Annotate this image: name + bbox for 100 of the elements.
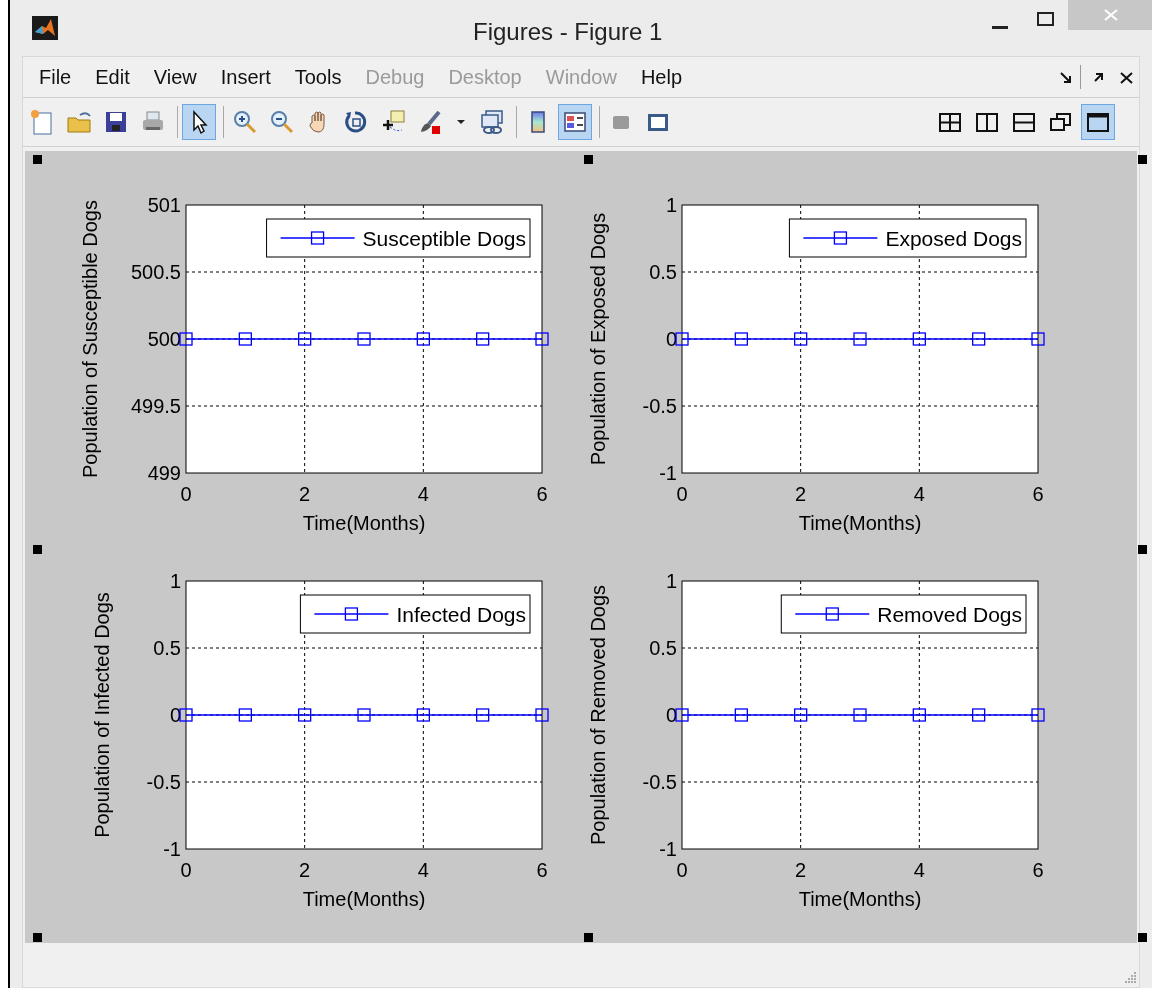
window-title: Figures - Figure 1 bbox=[473, 17, 663, 47]
x-axis-label: Time(Months) bbox=[798, 888, 922, 910]
x-tick-label: 6 bbox=[1032, 859, 1044, 881]
menu-item[interactable]: View bbox=[143, 58, 207, 96]
y-tick-label: 1 bbox=[169, 570, 181, 592]
selection-handle[interactable] bbox=[584, 933, 593, 942]
data-point bbox=[794, 708, 808, 722]
x-tick-label: 6 bbox=[536, 483, 548, 505]
data-point bbox=[794, 332, 808, 346]
zoom-in-icon bbox=[232, 109, 258, 135]
y-tick-label: -0.5 bbox=[146, 771, 181, 793]
legend-label: Infected Dogs bbox=[396, 603, 526, 626]
data-point bbox=[298, 708, 312, 722]
data-point bbox=[535, 332, 549, 346]
maximize-figure-button[interactable] bbox=[1081, 104, 1115, 140]
data-point bbox=[179, 708, 193, 722]
x-tick-label: 0 bbox=[180, 483, 192, 505]
app-logo-icon bbox=[32, 16, 58, 40]
data-point bbox=[238, 332, 252, 346]
y-tick-label: 501 bbox=[147, 194, 181, 216]
data-point bbox=[853, 708, 867, 722]
data-point bbox=[675, 708, 689, 722]
data-point bbox=[535, 708, 549, 722]
folder-icon bbox=[66, 109, 92, 135]
zoom-out-icon bbox=[269, 109, 295, 135]
linked-windows-icon bbox=[479, 109, 505, 135]
data-point bbox=[734, 332, 748, 346]
selection-handle[interactable] bbox=[33, 545, 42, 554]
dock-arrow-icon[interactable] bbox=[1060, 72, 1072, 83]
x-tick-label: 2 bbox=[299, 859, 311, 881]
data-point bbox=[476, 332, 490, 346]
data-point bbox=[734, 708, 748, 722]
menu-item[interactable]: File bbox=[29, 58, 82, 96]
data-point bbox=[416, 332, 430, 346]
data-point bbox=[357, 332, 371, 346]
y-axis-label: Population of Removed Dogs bbox=[587, 584, 609, 846]
selection-handle[interactable] bbox=[1138, 545, 1147, 554]
y-tick-label: -1 bbox=[163, 838, 181, 860]
pointer-button[interactable] bbox=[182, 104, 216, 140]
menu-item[interactable]: Help bbox=[630, 58, 693, 96]
rotate-3d-icon bbox=[343, 109, 369, 135]
data-point bbox=[416, 708, 430, 722]
data-point bbox=[675, 332, 689, 346]
x-tick-label: 4 bbox=[913, 483, 925, 505]
close-icon[interactable] bbox=[1120, 72, 1133, 84]
legend-icon bbox=[562, 109, 588, 135]
data-point bbox=[972, 332, 986, 346]
y-tick-label: -1 bbox=[659, 462, 677, 484]
y-tick-label: 500.5 bbox=[130, 261, 181, 283]
x-tick-label: 2 bbox=[299, 483, 311, 505]
x-tick-label: 4 bbox=[913, 859, 925, 881]
data-point bbox=[476, 708, 490, 722]
x-axis-label: Time(Months) bbox=[302, 512, 426, 534]
resize-grip-icon[interactable] bbox=[1125, 971, 1137, 983]
menu-item[interactable]: Tools bbox=[284, 58, 352, 96]
x-tick-label: 4 bbox=[417, 859, 429, 881]
x-tick-label: 0 bbox=[676, 483, 688, 505]
caret-down-icon bbox=[457, 120, 465, 124]
selection-handle[interactable] bbox=[1138, 933, 1147, 942]
new-file-icon bbox=[29, 109, 55, 135]
legend-label: Removed Dogs bbox=[877, 603, 1022, 626]
selection-handle[interactable] bbox=[33, 933, 42, 942]
data-point bbox=[972, 708, 986, 722]
undock-arrow-icon[interactable] bbox=[1093, 72, 1104, 83]
x-tick-label: 0 bbox=[180, 859, 192, 881]
x-tick-label: 0 bbox=[676, 859, 688, 881]
legend-label: Exposed Dogs bbox=[885, 227, 1022, 250]
x-axis-label: Time(Months) bbox=[798, 512, 922, 534]
legend-label: Susceptible Dogs bbox=[362, 227, 526, 250]
data-point bbox=[1031, 332, 1045, 346]
menu-item[interactable]: Insert bbox=[210, 58, 281, 96]
data-point bbox=[298, 332, 312, 346]
close-icon bbox=[1104, 9, 1118, 21]
y-tick-label: -0.5 bbox=[642, 395, 677, 417]
legend-button[interactable] bbox=[558, 104, 592, 140]
maximize-icon[interactable] bbox=[1037, 12, 1054, 26]
y-tick-label: 0.5 bbox=[649, 261, 677, 283]
y-tick-label: 0.5 bbox=[649, 637, 677, 659]
selection-handle[interactable] bbox=[33, 155, 42, 164]
y-tick-label: 499 bbox=[147, 462, 181, 484]
menu-item[interactable]: Edit bbox=[85, 58, 140, 96]
y-axis-label: Population of Infected Dogs bbox=[91, 592, 113, 838]
y-axis-label: Population of Susceptible Dogs bbox=[79, 200, 101, 478]
x-tick-label: 4 bbox=[417, 483, 429, 505]
selection-handle[interactable] bbox=[1138, 155, 1147, 164]
x-tick-label: 6 bbox=[536, 859, 548, 881]
x-axis-label: Time(Months) bbox=[302, 888, 426, 910]
y-tick-label: -1 bbox=[659, 838, 677, 860]
y-tick-label: 499.5 bbox=[130, 395, 181, 417]
selection-handle[interactable] bbox=[584, 155, 593, 164]
minimize-icon[interactable] bbox=[992, 26, 1008, 30]
y-tick-label: 1 bbox=[665, 570, 677, 592]
y-tick-label: 1 bbox=[665, 194, 677, 216]
y-tick-label: 0.5 bbox=[153, 637, 181, 659]
y-tick-label: -0.5 bbox=[642, 771, 677, 793]
x-tick-label: 6 bbox=[1032, 483, 1044, 505]
data-point bbox=[179, 332, 193, 346]
data-point bbox=[912, 708, 926, 722]
data-point bbox=[357, 708, 371, 722]
data-point bbox=[1031, 708, 1045, 722]
